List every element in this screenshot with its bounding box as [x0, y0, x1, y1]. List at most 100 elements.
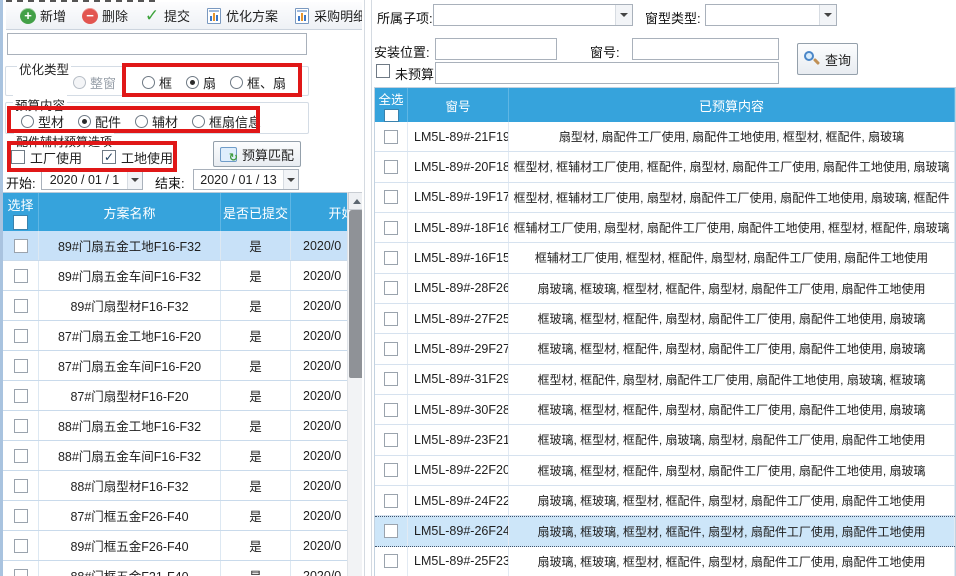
header-plan-name[interactable]: 方案名称: [39, 193, 221, 231]
row-checkbox[interactable]: [14, 419, 28, 433]
radio-sash[interactable]: 扇: [186, 73, 216, 92]
radio-frame[interactable]: 框: [142, 73, 172, 92]
table-row[interactable]: LM5L-89#-19F17 框型材, 框辅材工厂使用, 扇型材, 扇配件工厂使…: [375, 183, 955, 213]
table-row[interactable]: LM5L-89#-22F20 框玻璃, 框型材, 框配件, 扇型材, 扇配件工厂…: [375, 456, 955, 486]
panel-splitter[interactable]: [362, 0, 374, 576]
row-checkbox[interactable]: [14, 239, 28, 253]
row-checkbox[interactable]: [14, 299, 28, 313]
table-row[interactable]: 87#门扇型材F16-F20 是 2020/0: [3, 381, 347, 411]
table-row[interactable]: 88#门框五金F21-F40 是 2020/0: [3, 561, 347, 576]
checkbox-site-use[interactable]: ✓工地使用: [102, 148, 173, 167]
row-checkbox[interactable]: [14, 539, 28, 553]
table-row[interactable]: 89#门扇五金工地F16-F32 是 2020/0: [3, 231, 347, 261]
table-row[interactable]: LM5L-89#-21F19 扇型材, 扇配件工厂使用, 扇配件工地使用, 框型…: [375, 122, 955, 152]
checkbox-label: 工地使用: [121, 148, 173, 167]
row-checkbox[interactable]: [384, 221, 398, 235]
row-checkbox[interactable]: [14, 269, 28, 283]
sub-item-combo[interactable]: [433, 4, 633, 26]
radio-accessory[interactable]: 配件: [78, 112, 121, 131]
table-row[interactable]: LM5L-89#-18F16 框辅材工厂使用, 扇型材, 扇配件工厂使用, 扇配…: [375, 213, 955, 243]
row-checkbox[interactable]: [384, 281, 398, 295]
table-row[interactable]: LM5L-89#-25F23 扇玻璃, 框玻璃, 框型材, 框配件, 扇型材, …: [375, 547, 955, 576]
row-checkbox[interactable]: [14, 569, 28, 576]
row-checkbox[interactable]: [384, 342, 398, 356]
row-checkbox[interactable]: [384, 524, 398, 538]
table-row[interactable]: LM5L-89#-31F29 框型材, 框配件, 扇型材, 扇配件工厂使用, 扇…: [375, 365, 955, 395]
radio-whole-window[interactable]: 整窗: [73, 73, 116, 92]
dropdown-arrow-icon[interactable]: [819, 5, 836, 25]
checkbox-factory-use[interactable]: 工厂使用: [11, 148, 82, 167]
table-row[interactable]: LM5L-89#-26F24 扇玻璃, 框玻璃, 框型材, 框配件, 扇型材, …: [375, 516, 955, 546]
row-checkbox[interactable]: [384, 160, 398, 174]
table-row[interactable]: LM5L-89#-20F18 框型材, 框辅材工厂使用, 框配件, 扇型材, 扇…: [375, 152, 955, 182]
radio-label: 框、扇: [247, 73, 286, 92]
optimize-plan-button[interactable]: 优化方案: [200, 2, 284, 29]
no-budget-checkbox[interactable]: [376, 64, 390, 78]
row-checkbox[interactable]: [384, 403, 398, 417]
radio-auxiliary[interactable]: 辅材: [135, 112, 178, 131]
submitted-cell: 是: [221, 291, 291, 320]
delete-button[interactable]: − 删除: [76, 2, 134, 29]
header-budgeted-content[interactable]: 已预算内容: [509, 88, 955, 122]
budgeted-content-cell: 扇型材, 扇配件工厂使用, 扇配件工地使用, 框型材, 框配件, 扇玻璃: [509, 122, 955, 151]
no-budget-input[interactable]: [435, 62, 779, 84]
radio-frame-sash[interactable]: 框、扇: [230, 73, 286, 92]
row-checkbox[interactable]: [384, 251, 398, 265]
window-no-input[interactable]: [632, 38, 779, 60]
row-checkbox[interactable]: [14, 329, 28, 343]
table-row[interactable]: LM5L-89#-29F27 框玻璃, 框型材, 框配件, 扇型材, 扇配件工厂…: [375, 334, 955, 364]
row-checkbox[interactable]: [384, 433, 398, 447]
dropdown-arrow-icon[interactable]: [127, 170, 142, 189]
row-checkbox[interactable]: [14, 479, 28, 493]
header-submitted[interactable]: 是否已提交: [221, 193, 291, 231]
header-window-no[interactable]: 窗号: [408, 88, 509, 122]
install-pos-input[interactable]: [435, 38, 557, 60]
table-row[interactable]: 89#门扇五金车间F16-F32 是 2020/0: [3, 261, 347, 291]
table-row[interactable]: LM5L-89#-23F21 框玻璃, 框型材, 框配件, 扇玻璃, 扇型材, …: [375, 425, 955, 455]
table-row[interactable]: 87#门扇五金车间F16-F20 是 2020/0: [3, 351, 347, 381]
submit-button[interactable]: ✓ 提交: [138, 2, 196, 29]
row-checkbox[interactable]: [14, 509, 28, 523]
add-button[interactable]: + 新增: [14, 2, 72, 29]
budget-match-button[interactable]: 预算匹配: [213, 141, 301, 167]
table-row[interactable]: 88#门扇型材F16-F32 是 2020/0: [3, 471, 347, 501]
row-checkbox[interactable]: [14, 359, 28, 373]
radio-profile[interactable]: 型材: [21, 112, 64, 131]
radio-frame-sash-info[interactable]: 框扇信息: [192, 112, 261, 131]
header-start[interactable]: 开始: [291, 193, 347, 231]
row-checkbox[interactable]: [384, 494, 398, 508]
table-row[interactable]: 89#门扇型材F16-F32 是 2020/0: [3, 291, 347, 321]
select-all-checkbox[interactable]: [384, 109, 399, 122]
plan-filter-input[interactable]: [7, 33, 307, 55]
row-checkbox[interactable]: [384, 312, 398, 326]
start-date-picker[interactable]: 2020 / 01 / 1: [41, 169, 143, 190]
table-row[interactable]: 88#门扇五金工地F16-F32 是 2020/0: [3, 411, 347, 441]
row-checkbox[interactable]: [384, 372, 398, 386]
purchase-detail-label: 采购明细: [314, 6, 362, 25]
dropdown-arrow-icon[interactable]: [283, 170, 298, 189]
table-row[interactable]: LM5L-89#-30F28 框玻璃, 框型材, 框配件, 扇型材, 扇配件工厂…: [375, 395, 955, 425]
scroll-up-button[interactable]: [348, 192, 362, 210]
row-checkbox[interactable]: [384, 130, 398, 144]
window-type-combo[interactable]: [705, 4, 837, 26]
plans-scrollbar[interactable]: [347, 192, 362, 576]
table-row[interactable]: LM5L-89#-16F15 框辅材工厂使用, 框型材, 框配件, 扇型材, 扇…: [375, 243, 955, 273]
scrollbar-thumb[interactable]: [349, 210, 362, 378]
table-row[interactable]: LM5L-89#-27F25 框玻璃, 框型材, 框配件, 扇型材, 扇配件工厂…: [375, 304, 955, 334]
select-all-checkbox[interactable]: [13, 215, 28, 230]
row-checkbox[interactable]: [384, 190, 398, 204]
dropdown-arrow-icon[interactable]: [615, 5, 632, 25]
row-checkbox[interactable]: [14, 449, 28, 463]
table-row[interactable]: 88#门扇五金车间F16-F32 是 2020/0: [3, 441, 347, 471]
query-button[interactable]: 查询: [797, 43, 858, 75]
table-row[interactable]: 87#门扇五金工地F16-F20 是 2020/0: [3, 321, 347, 351]
purchase-detail-button[interactable]: 采购明细: [288, 2, 362, 29]
end-date-picker[interactable]: 2020 / 01 / 13: [193, 169, 299, 190]
row-checkbox[interactable]: [384, 554, 398, 568]
table-row[interactable]: LM5L-89#-28F26 扇玻璃, 框玻璃, 框型材, 框配件, 扇型材, …: [375, 274, 955, 304]
row-checkbox[interactable]: [384, 463, 398, 477]
table-row[interactable]: LM5L-89#-24F22 扇玻璃, 框玻璃, 框型材, 框配件, 扇型材, …: [375, 486, 955, 516]
row-checkbox[interactable]: [14, 389, 28, 403]
table-row[interactable]: 87#门框五金F26-F40 是 2020/0: [3, 501, 347, 531]
table-row[interactable]: 89#门框五金F26-F40 是 2020/0: [3, 531, 347, 561]
